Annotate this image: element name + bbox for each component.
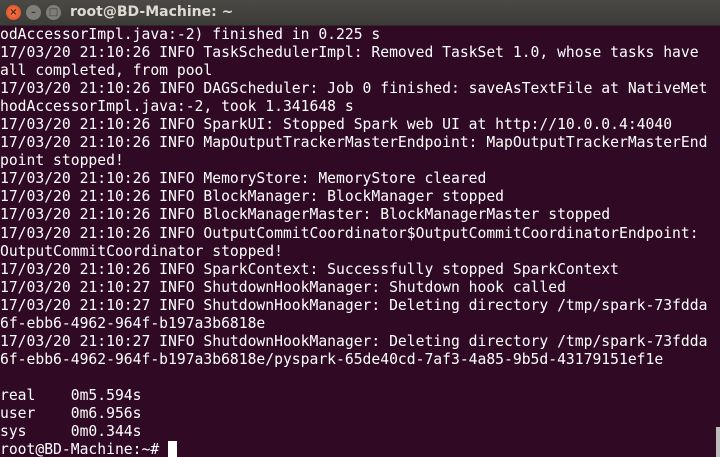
terminal-line: 17/03/20 21:10:26 INFO MapOutputTrackerM… [0,134,708,152]
prompt-line[interactable]: root@BD-Machine:~# [0,441,716,457]
maximize-button[interactable]: □ [46,5,61,20]
terminal-line: OutputCommitCoordinator stopped! [0,242,283,260]
terminal-output[interactable]: odAccessorImpl.java:-2) finished in 0.22… [0,26,716,457]
terminal-line: 17/03/20 21:10:26 INFO OutputCommitCoord… [0,224,699,242]
cursor [168,441,178,457]
terminal-line: real 0m5.594s [0,386,142,404]
terminal-line: sys 0m0.344s [0,423,142,441]
close-icon: × [9,7,18,18]
terminal-line: 17/03/20 21:10:27 INFO ShutdownHookManag… [0,278,566,296]
maximize-icon: □ [48,7,59,18]
terminal-line: 6f-ebb6-4962-964f-b197a3b6818e [0,314,266,332]
terminal-line: 17/03/20 21:10:26 INFO DAGScheduler: Job… [0,80,708,98]
scrollbar[interactable] [716,26,720,457]
terminal-line: 17/03/20 21:10:26 INFO SparkUI: Stopped … [0,116,673,134]
terminal-line: point stopped! [0,152,124,170]
terminal-line: odAccessorImpl.java:-2) finished in 0.22… [0,26,381,43]
scrollbar-thumb[interactable] [716,427,720,457]
shell-prompt: root@BD-Machine:~# [0,441,169,457]
terminal-line: user 0m6.956s [0,404,142,422]
terminal-line: 17/03/20 21:10:26 INFO BlockManagerMaste… [0,206,611,224]
window-title: root@BD-Machine: ~ [70,4,234,20]
minimize-button[interactable]: – [26,5,41,20]
terminal-line: 17/03/20 21:10:27 INFO ShutdownHookManag… [0,332,708,350]
terminal-line: 17/03/20 21:10:26 INFO BlockManager: Blo… [0,188,505,206]
terminal-line: 6f-ebb6-4962-964f-b197a3b6818e/pyspark-6… [0,350,664,368]
close-button[interactable]: × [6,5,21,20]
terminal-line: 17/03/20 21:10:27 INFO ShutdownHookManag… [0,296,708,314]
minimize-icon: – [31,7,36,18]
terminal-line: 17/03/20 21:10:26 INFO SparkContext: Suc… [0,260,619,278]
terminal-line: 17/03/20 21:10:26 INFO MemoryStore: Memo… [0,170,487,188]
title-bar: × – □ root@BD-Machine: ~ [0,0,720,26]
terminal-line: hodAccessorImpl.java:-2, took 1.341648 s [0,98,354,116]
terminal-line: all completed, from pool [0,62,213,80]
terminal-line: 17/03/20 21:10:26 INFO TaskSchedulerImpl… [0,44,699,62]
